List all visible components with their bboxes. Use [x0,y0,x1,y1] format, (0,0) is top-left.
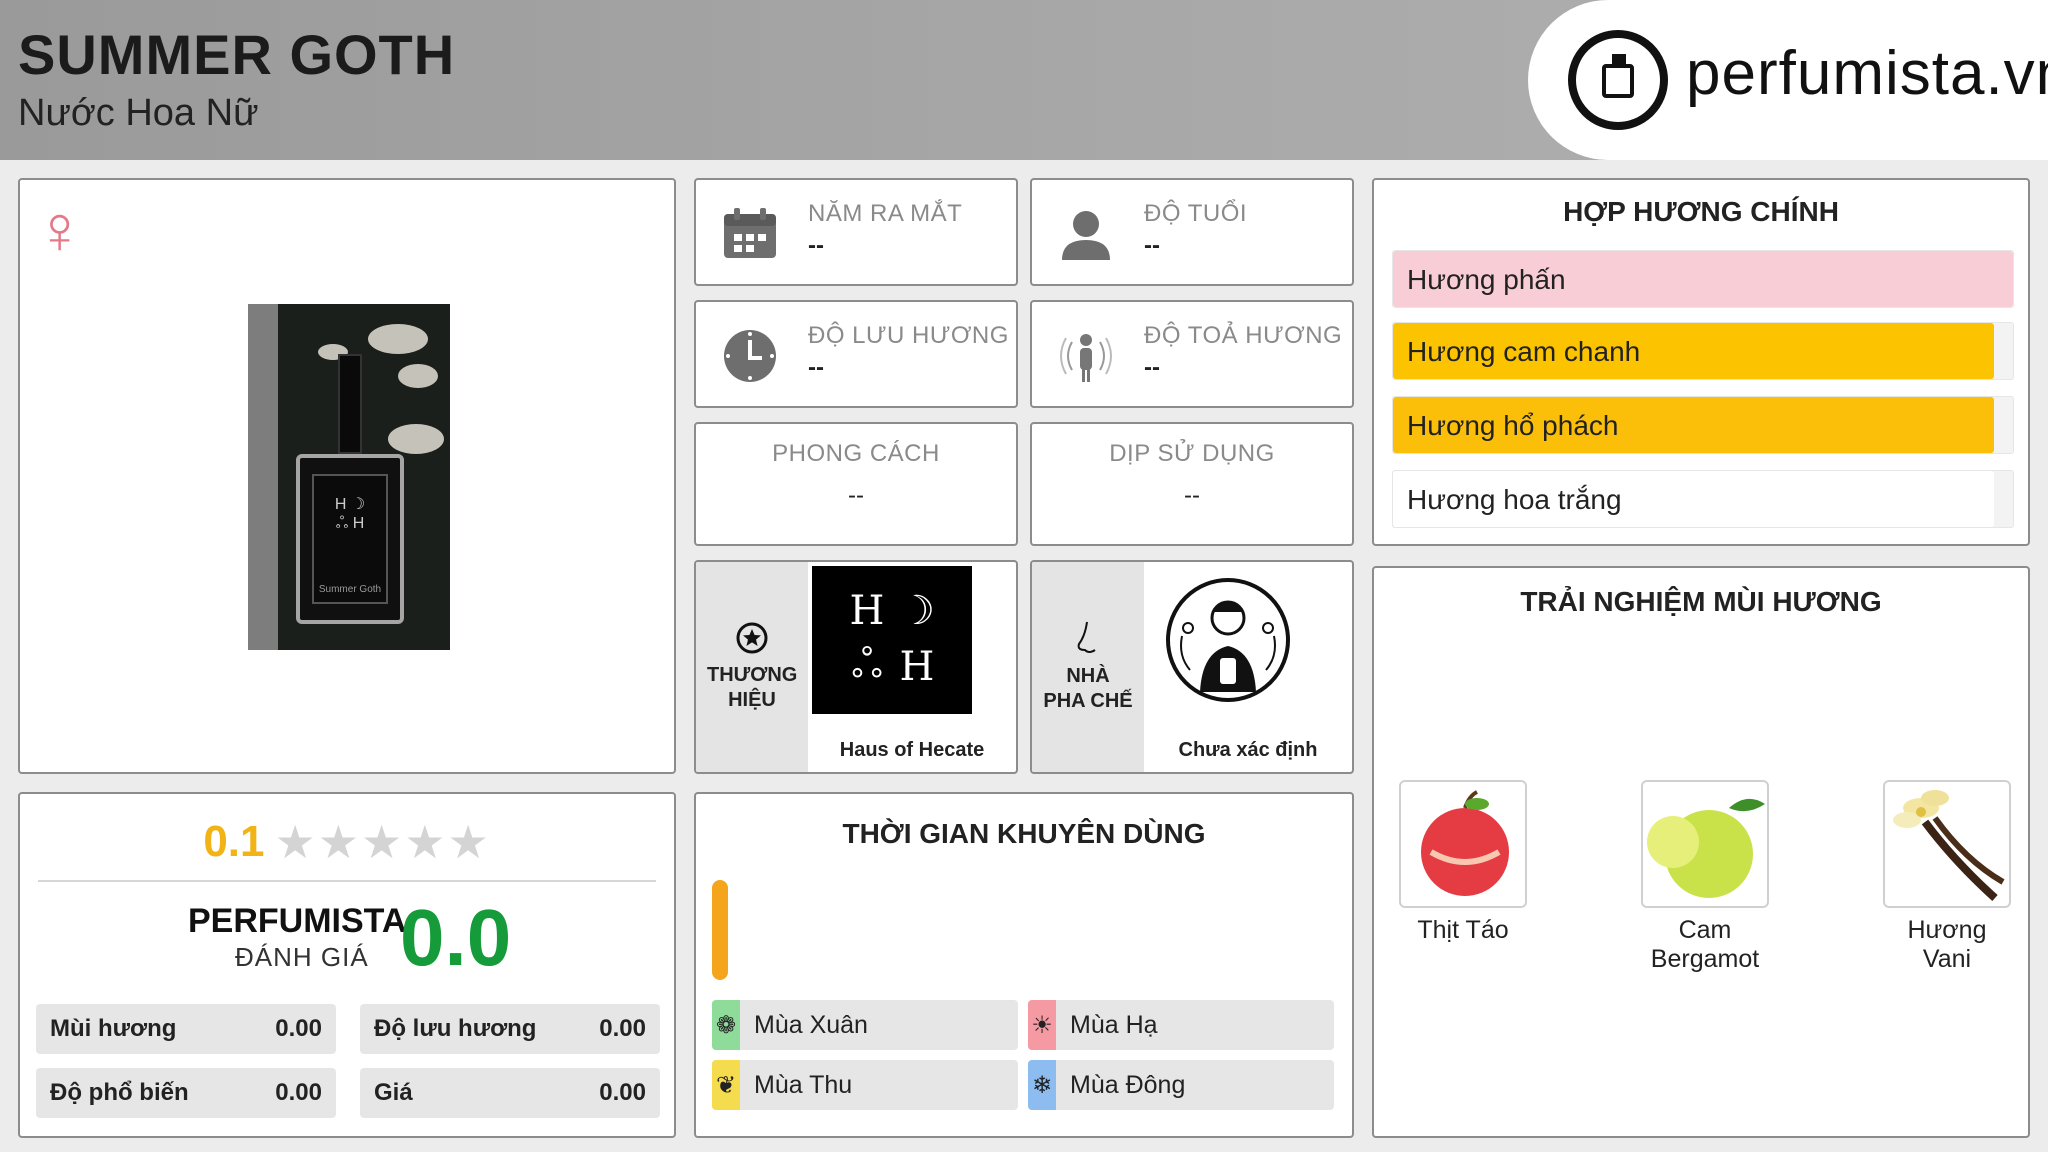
sillage-card: ĐỘ TOẢ HƯƠNG -- [1030,300,1354,408]
sillage-value: -- [1144,354,1160,381]
accord-label: Hương cam chanh [1407,336,1641,367]
perfumista-label: PERFUMISTA [188,902,407,940]
brand-name[interactable]: Haus of Hecate [808,739,1016,762]
metric-price: Giá 0.00 [360,1068,660,1118]
accord-label: Hương phấn [1407,264,1566,295]
experience-title: TRẢI NGHIỆM MÙI HƯƠNG [1520,586,1882,617]
accord-item[interactable]: Hương hoa trắng [1392,470,2014,528]
star-rating-icon[interactable]: ★★★★★ [274,815,490,869]
occasion-label: DỊP SỬ DỤNG [1109,440,1275,467]
bottle-logo-icon [1568,30,1668,130]
product-image[interactable]: H ☽ ஃ H Summer Goth [248,304,450,650]
release-year-card: NĂM RA MẮT -- [694,178,1018,286]
calendar-icon [724,208,776,258]
divider [38,880,656,882]
perfumer-avatar-icon [1166,578,1290,702]
brand-label-panel: THƯƠNG HIỆU [696,562,808,772]
style-value: -- [848,482,864,509]
style-card: PHONG CÁCH -- [694,422,1018,546]
page-header: SUMMER GOTH Nước Hoa Nữ perfumista.vn [0,0,2048,160]
rating-card: 0.1 ★★★★★ PERFUMISTA ĐÁNH GIÁ 0.0 Mùi hư… [18,792,676,1138]
accord-label: Hương hoa trắng [1407,484,1622,515]
site-logo[interactable]: perfumista.vn [1528,0,2048,160]
perfumer-label-panel: NHÀ PHA CHẾ [1032,562,1144,772]
longevity-card: ĐỘ LƯU HƯƠNG -- [694,300,1018,408]
perfumer-name: Chưa xác định [1178,739,1318,761]
time-title: THỜI GIAN KHUYÊN DÙNG [842,818,1206,849]
main-accords-card: HỢP HƯƠNG CHÍNH Hương phấn Hương cam chan… [1372,178,2030,546]
style-label: PHONG CÁCH [772,440,940,467]
perfumista-sublabel: ĐÁNH GIÁ [235,942,369,972]
perfumer-portrait [1148,566,1308,714]
metric-longevity: Độ lưu hương 0.00 [360,1004,660,1054]
vanilla-icon [1883,780,2011,908]
brand-logo[interactable]: H ☽ ஃH [812,566,972,714]
product-image-card: ♀ H ☽ ஃ H Summer Goth [18,178,676,774]
release-year-label: NĂM RA MẮT [808,200,963,227]
sun-icon: ☀ [1031,1011,1053,1039]
release-year-value: -- [808,232,824,259]
perfumer-card[interactable]: NHÀ PHA CHẾ Chưa xác định [1030,560,1354,774]
occasion-value: -- [1184,482,1200,509]
season-summer: ☀ Mùa Hạ [1028,1000,1334,1050]
brand-label: THƯƠNG HIỆU [707,664,798,711]
age-label: ĐỘ TUỔI [1144,200,1248,227]
user-rating-score: 0.1 [203,817,265,866]
sillage-label: ĐỘ TOẢ HƯƠNG [1144,322,1343,349]
flower-icon: ❁ [715,1011,737,1039]
person-icon [1062,211,1110,260]
age-card: ĐỘ TUỔI -- [1030,178,1354,286]
accord-label: Hương hổ phách [1407,410,1619,441]
accord-item[interactable]: Hương hổ phách [1392,396,2014,454]
perfumer-label: NHÀ PHA CHẾ [1043,665,1133,712]
snowflake-icon: ❄ [1031,1071,1053,1099]
site-logo-text: perfumista.vn [1686,39,2048,108]
accords-title: HỢP HƯƠNG CHÍNH [1563,196,1839,227]
female-icon: ♀ [34,192,85,268]
perfume-title: SUMMER GOTH [18,23,456,86]
radiating-person-icon [1060,334,1112,382]
age-value: -- [1144,232,1160,259]
accord-item[interactable]: Hương phấn [1392,250,2014,308]
user-rating: 0.1 ★★★★★ [20,812,674,872]
note-vanilla[interactable]: Hương Vani [1882,780,2012,974]
longevity-value: -- [808,354,824,381]
apple-icon [1399,780,1527,908]
season-winter: ❄ Mùa Đông [1028,1060,1334,1110]
season-autumn: ❦ Mùa Thu [712,1060,1018,1110]
season-spring: ❁ Mùa Xuân [712,1000,1018,1050]
star-badge-icon [736,622,768,654]
perfumista-score: 0.0 [400,893,512,982]
metric-scent: Mùi hương 0.00 [36,1004,336,1054]
time-bar [712,880,728,980]
occasion-card: DỊP SỬ DỤNG -- [1030,422,1354,546]
scent-experience-card: TRẢI NGHIỆM MÙI HƯƠNG Thịt Táo Cam Berga… [1372,566,2030,1138]
longevity-label: ĐỘ LƯU HƯƠNG [808,322,1009,349]
note-apple[interactable]: Thịt Táo [1398,780,1528,945]
accord-item[interactable]: Hương cam chanh [1392,322,2014,380]
recommended-time-card: THỜI GIAN KHUYÊN DÙNG ❁ Mùa Xuân ☀ Mùa H… [694,792,1354,1138]
nose-icon [1077,621,1096,653]
metric-popularity: Độ phổ biến 0.00 [36,1068,336,1118]
note-bergamot[interactable]: Cam Bergamot [1640,780,1770,974]
brand-card[interactable]: THƯƠNG HIỆU H ☽ ஃH Haus of Hecate [694,560,1018,774]
bergamot-icon [1641,780,1769,908]
clock-icon [724,330,776,382]
perfume-subtitle: Nước Hoa Nữ [18,92,259,134]
leaf-icon: ❦ [715,1071,737,1099]
